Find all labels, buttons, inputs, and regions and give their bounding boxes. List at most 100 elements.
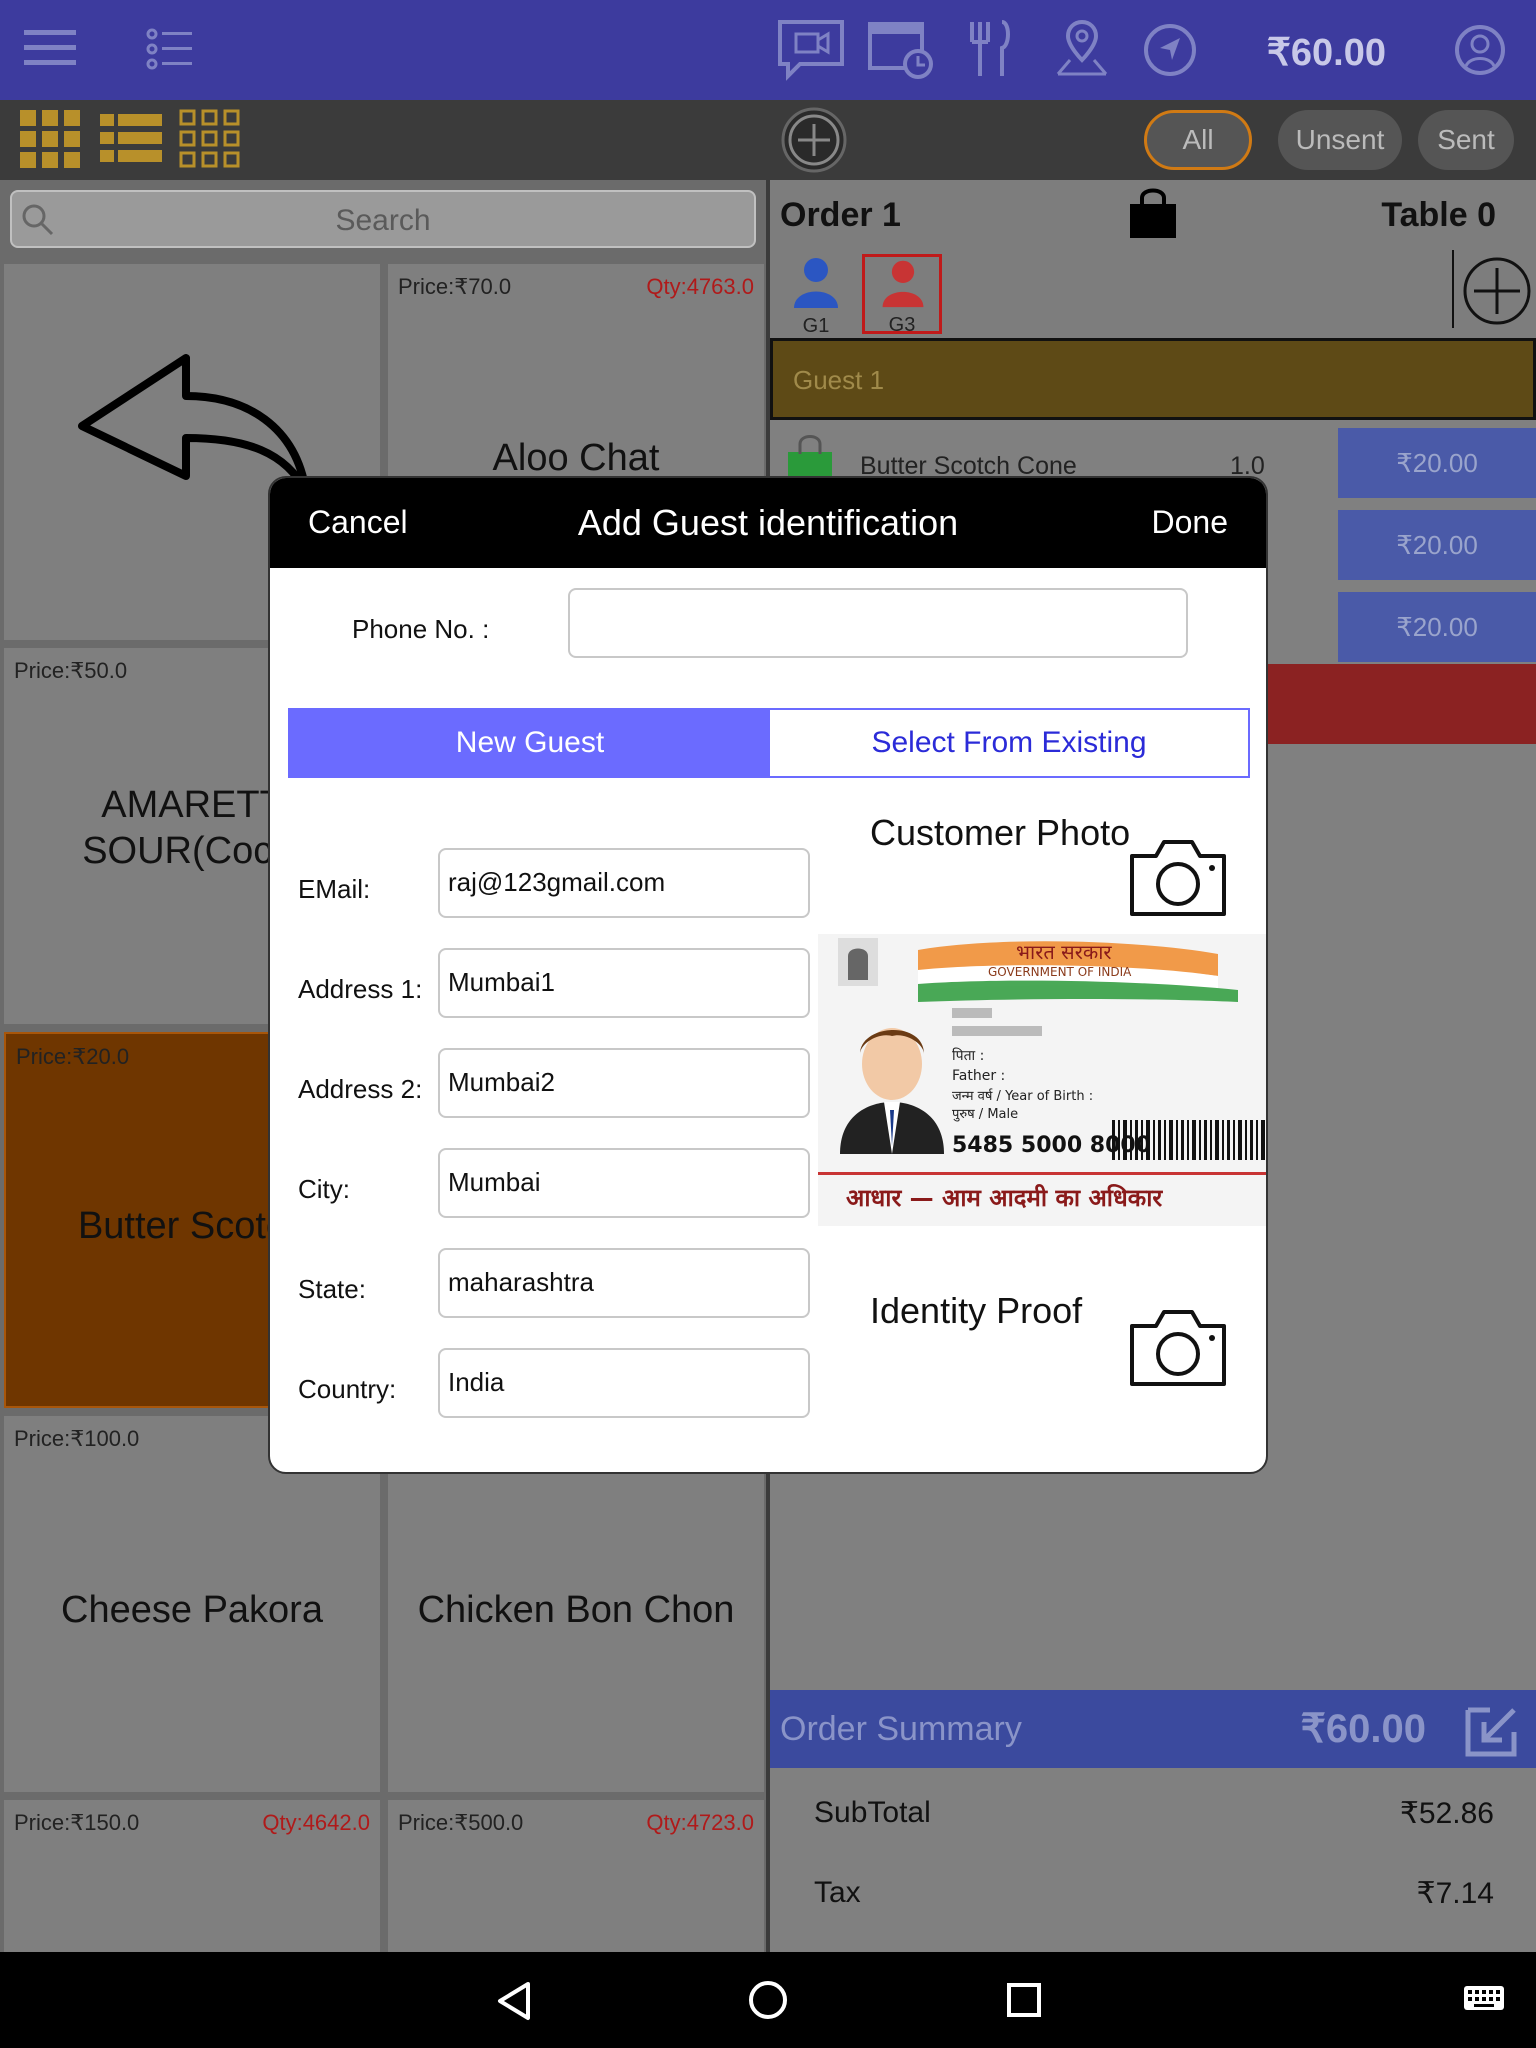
navigation-icon[interactable] xyxy=(1142,18,1198,80)
view-mode-bar xyxy=(0,100,768,180)
tile-price: Price:₹20.0 xyxy=(16,1044,130,1069)
tile-price: Price:₹70.0 xyxy=(398,274,512,299)
card-father-en: Father : xyxy=(952,1068,1005,1084)
back-nav-icon[interactable] xyxy=(494,1980,534,2022)
small-grid-icon[interactable] xyxy=(178,108,242,170)
divider xyxy=(1452,250,1454,328)
done-button[interactable]: Done xyxy=(1152,504,1229,541)
tile-name: Chicken Bon Chon xyxy=(417,1588,735,1631)
tile-qty: Qty:4723.0 xyxy=(646,1810,754,1835)
guest-mode-toggle: New Guest Select From Existing xyxy=(288,708,1250,778)
home-nav-icon[interactable] xyxy=(746,1978,790,2022)
order-summary-total: ₹60.00 xyxy=(1300,1707,1426,1751)
video-chat-icon[interactable] xyxy=(774,18,848,82)
user-profile-icon[interactable] xyxy=(1454,18,1506,80)
camera-icon[interactable] xyxy=(1128,836,1228,918)
city-field[interactable]: Mumbai xyxy=(438,1148,810,1218)
tile-price: Price:₹50.0 xyxy=(14,658,128,683)
filter-sent[interactable]: Sent xyxy=(1418,110,1514,170)
card-father-hi: पिता : xyxy=(952,1047,984,1064)
guest-section-header[interactable]: Guest 1 xyxy=(770,338,1536,420)
keyboard-icon[interactable] xyxy=(1462,1984,1506,2016)
phone-input[interactable] xyxy=(568,588,1188,658)
subtotal-value: ₹52.86 xyxy=(1399,1797,1494,1830)
tile-price: Price:₹500.0 xyxy=(398,1810,524,1835)
menu-tile[interactable]: Price:₹150.0 Qty:4642.0 xyxy=(4,1800,380,1952)
recents-nav-icon[interactable] xyxy=(1004,1980,1044,2020)
card-footer: आधार — आम आदमी का अधिकार xyxy=(846,1184,1163,1212)
add-guest-icon[interactable] xyxy=(1462,256,1532,326)
identity-camera-icon[interactable] xyxy=(1128,1306,1228,1388)
order-filter-bar: All Unsent Sent xyxy=(770,100,1536,180)
order-header: Order 1 Table 0 xyxy=(770,180,1536,250)
search-placeholder: Search xyxy=(335,204,431,237)
subtotal-row: SubTotal ₹52.86 xyxy=(814,1796,1494,1830)
card-title-hi: भारत सरकार xyxy=(1016,940,1112,964)
dialog-title: Add Guest identification xyxy=(577,502,959,543)
top-bar: ₹60.00 xyxy=(0,0,1536,100)
menu-tile[interactable]: Price:₹500.0 Qty:4723.0 xyxy=(388,1800,764,1952)
add-order-icon[interactable] xyxy=(780,106,848,174)
guest-tab-label: G1 xyxy=(802,315,830,337)
tile-qty: Qty:4642.0 xyxy=(262,1810,370,1835)
tax-label: Tax xyxy=(814,1876,861,1909)
collapse-summary-icon[interactable] xyxy=(1460,1702,1522,1758)
add-guest-dialog: Cancel Add Guest identification Done Pho… xyxy=(268,476,1268,1474)
customer-photo-label: Customer Photo xyxy=(870,812,1131,853)
tile-name: Cheese Pakora xyxy=(61,1588,323,1631)
guest-tab-g3[interactable]: G3 xyxy=(862,254,942,336)
list-grid-icon[interactable] xyxy=(100,112,162,166)
order-title: Order 1 xyxy=(780,196,901,234)
item-price: ₹20.00 xyxy=(1338,592,1536,662)
guest-tabs: G1 G3 xyxy=(770,250,1536,338)
reservation-calendar-icon[interactable] xyxy=(866,18,936,80)
address2-field[interactable]: Mumbai2 xyxy=(438,1048,810,1118)
item-price: ₹20.00 xyxy=(1338,428,1536,498)
country-field[interactable]: India xyxy=(438,1348,810,1418)
filter-unsent[interactable]: Unsent xyxy=(1278,110,1402,170)
tile-price: Price:₹100.0 xyxy=(14,1426,140,1451)
city-label: City: xyxy=(298,1174,350,1204)
tile-price: Price:₹150.0 xyxy=(14,1810,140,1835)
cart-total: ₹60.00 xyxy=(1266,32,1386,74)
system-nav-bar xyxy=(0,1952,1536,2048)
guest-tab-g1[interactable]: G1 xyxy=(786,254,846,337)
guest-person-icon xyxy=(794,258,838,308)
guest-person-icon xyxy=(882,260,924,308)
state-field[interactable]: maharashtra xyxy=(438,1248,810,1318)
tile-name: Aloo Chat xyxy=(492,436,660,479)
card-number: 5485 5000 8000 xyxy=(952,1133,1151,1158)
address1-label: Address 1: xyxy=(298,974,423,1004)
email-label: EMail: xyxy=(298,874,371,904)
guest-section-label: Guest 1 xyxy=(793,365,885,395)
menu-icon[interactable] xyxy=(22,26,78,70)
bag-icon[interactable] xyxy=(1128,188,1178,240)
order-summary-label: Order Summary xyxy=(780,1710,1022,1748)
order-summary-bar[interactable]: Order Summary ₹60.00 xyxy=(770,1690,1536,1768)
restaurant-icon[interactable] xyxy=(966,18,1016,80)
aadhaar-card-image: भारत सरकार GOVERNMENT OF INDIA पिता : Fa… xyxy=(818,934,1266,1226)
red-action-bar[interactable] xyxy=(1266,664,1536,744)
large-grid-icon[interactable] xyxy=(18,108,82,170)
filter-all[interactable]: All xyxy=(1144,110,1252,170)
card-title-en: GOVERNMENT OF INDIA xyxy=(988,965,1132,979)
phone-label: Phone No. : xyxy=(352,614,490,644)
list-view-icon[interactable] xyxy=(146,28,194,70)
tab-select-existing[interactable]: Select From Existing xyxy=(770,710,1248,776)
subtotal-label: SubTotal xyxy=(814,1796,931,1829)
tax-value: ₹7.14 xyxy=(1416,1877,1494,1910)
card-gender: पुरुष / Male xyxy=(952,1107,1018,1122)
map-location-icon[interactable] xyxy=(1054,18,1110,80)
search-input[interactable]: Search xyxy=(10,190,756,248)
address1-field[interactable]: Mumbai1 xyxy=(438,948,810,1018)
identity-card-preview: भारत सरकार GOVERNMENT OF INDIA पिता : Fa… xyxy=(818,934,1266,1226)
item-price: ₹20.00 xyxy=(1338,510,1536,580)
email-field[interactable]: raj@123gmail.com xyxy=(438,848,810,918)
table-label: Table 0 xyxy=(1381,196,1496,234)
address2-label: Address 2: xyxy=(298,1074,423,1104)
guest-tab-label: G3 xyxy=(888,314,916,336)
identity-proof-label: Identity Proof xyxy=(870,1290,1083,1331)
dialog-header: Cancel Add Guest identification Done xyxy=(270,478,1266,568)
tab-new-guest[interactable]: New Guest xyxy=(290,710,770,776)
tax-row: Tax ₹7.14 xyxy=(814,1876,1494,1910)
